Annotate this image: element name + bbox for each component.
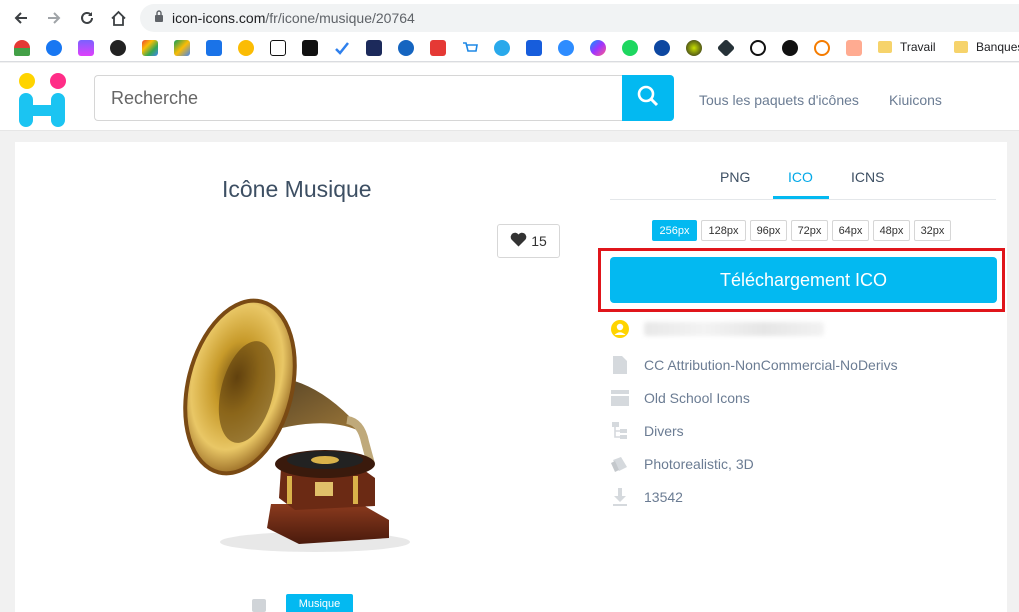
style-name: Photorealistic, 3D	[644, 456, 754, 472]
dark-app-icon[interactable]	[302, 40, 318, 56]
category-row[interactable]: Divers	[610, 420, 684, 442]
forms-icon[interactable]	[78, 40, 94, 56]
gmail-icon[interactable]	[142, 40, 158, 56]
bookmark-folder-travail[interactable]: Travail	[878, 40, 936, 54]
author-row[interactable]	[610, 318, 824, 340]
b-circle-icon[interactable]	[814, 40, 830, 56]
browser-toolbar: icon-icons.com/fr/icone/musique/20764	[0, 0, 1019, 36]
facebook-icon[interactable]	[46, 40, 62, 56]
folder-icon	[954, 41, 968, 53]
url-path: /fr/icone/musique/20764	[265, 10, 415, 26]
tl-icon[interactable]	[430, 40, 446, 56]
be-icon[interactable]	[398, 40, 414, 56]
clock-app-icon[interactable]	[750, 40, 766, 56]
forward-icon[interactable]	[43, 7, 65, 29]
search-button[interactable]	[622, 75, 674, 121]
lock-icon	[154, 9, 164, 27]
size-option[interactable]: 72px	[791, 220, 828, 241]
size-option[interactable]: 128px	[701, 220, 746, 241]
drive-icon[interactable]	[174, 40, 190, 56]
like-count: 15	[531, 233, 547, 249]
home-icon[interactable]	[107, 7, 129, 29]
style-row[interactable]: Photorealistic, 3D	[610, 453, 754, 475]
tab-icns[interactable]: ICNS	[851, 169, 884, 185]
document-icon	[610, 355, 630, 375]
author-name-blurred	[644, 322, 824, 336]
bitwarden-icon[interactable]	[526, 40, 542, 56]
package-icon	[610, 388, 630, 408]
globe-icon[interactable]	[686, 40, 702, 56]
github-icon[interactable]	[782, 40, 798, 56]
pack-name: Old School Icons	[644, 390, 750, 406]
layers-icon	[610, 454, 630, 474]
messenger-icon[interactable]	[590, 40, 606, 56]
telegram-icon[interactable]	[494, 40, 510, 56]
weather-icon[interactable]	[366, 40, 382, 56]
spotify-icon[interactable]	[622, 40, 638, 56]
icon-detail-card: Icône Musique 15 Musique PNG ICO ICNS 25…	[15, 142, 1007, 612]
reload-icon[interactable]	[76, 7, 98, 29]
kiuicons-link[interactable]: Kiuicons	[889, 92, 942, 108]
download-button[interactable]: Téléchargement ICO	[610, 257, 997, 303]
url-host: icon-icons.com	[172, 10, 266, 26]
folder-label: Travail	[900, 40, 936, 54]
tag-badge[interactable]: Musique	[286, 594, 353, 612]
search-input[interactable]: Recherche	[94, 75, 624, 121]
all-icon-packs-link[interactable]: Tous les paquets d'icônes	[699, 92, 859, 108]
keep-icon[interactable]	[238, 40, 254, 56]
tab-png[interactable]: PNG	[720, 169, 750, 185]
url-text: icon-icons.com/fr/icone/musique/20764	[172, 10, 415, 26]
site-logo[interactable]	[14, 71, 70, 129]
icon-preview-image	[175, 292, 435, 562]
user-icon	[610, 319, 630, 339]
heart-icon	[510, 232, 531, 250]
license-row[interactable]: CC Attribution-NonCommercial-NoDerivs	[610, 354, 898, 376]
size-option[interactable]: 32px	[914, 220, 951, 241]
bookmark-triangle-icon[interactable]	[14, 40, 30, 56]
size-option[interactable]: 256px	[652, 220, 697, 241]
like-button[interactable]: 15	[497, 224, 560, 258]
downloads-row: 13542	[610, 486, 683, 508]
bookmarks-bar: Travail Banques	[0, 36, 1019, 62]
size-selector: 256px 128px 96px 72px 64px 48px 32px	[652, 220, 951, 241]
site-header: Recherche Tous les paquets d'icônes Kiui…	[0, 63, 1019, 131]
cart-icon[interactable]	[462, 40, 478, 56]
pack-row[interactable]: Old School Icons	[610, 387, 750, 409]
size-option[interactable]: 64px	[832, 220, 869, 241]
play-icon[interactable]	[654, 40, 670, 56]
bookmark-folder-banques[interactable]: Banques	[954, 40, 1019, 54]
diamond-icon[interactable]	[716, 38, 736, 58]
size-option[interactable]: 48px	[873, 220, 910, 241]
check-icon[interactable]	[334, 40, 350, 56]
circle-app-icon[interactable]	[110, 40, 126, 56]
page-title: Icône Musique	[222, 176, 372, 202]
active-tab-indicator	[773, 196, 829, 199]
tab-ico[interactable]: ICO	[788, 169, 813, 185]
calendar-icon[interactable]	[206, 40, 222, 56]
license-text: CC Attribution-NonCommercial-NoDerivs	[644, 357, 898, 373]
download-count: 13542	[644, 489, 683, 505]
search-icon	[637, 85, 659, 112]
address-bar[interactable]: icon-icons.com/fr/icone/musique/20764	[140, 4, 1019, 32]
folder-icon	[878, 41, 892, 53]
category-name: Divers	[644, 423, 684, 439]
back-icon[interactable]	[10, 7, 32, 29]
folder-label: Banques	[976, 40, 1019, 54]
sitemap-icon	[610, 421, 630, 441]
orange-app-icon[interactable]	[846, 40, 862, 56]
size-option[interactable]: 96px	[750, 220, 787, 241]
download-icon	[610, 487, 630, 507]
zoom-icon[interactable]	[558, 40, 574, 56]
notion-icon[interactable]	[270, 40, 286, 56]
